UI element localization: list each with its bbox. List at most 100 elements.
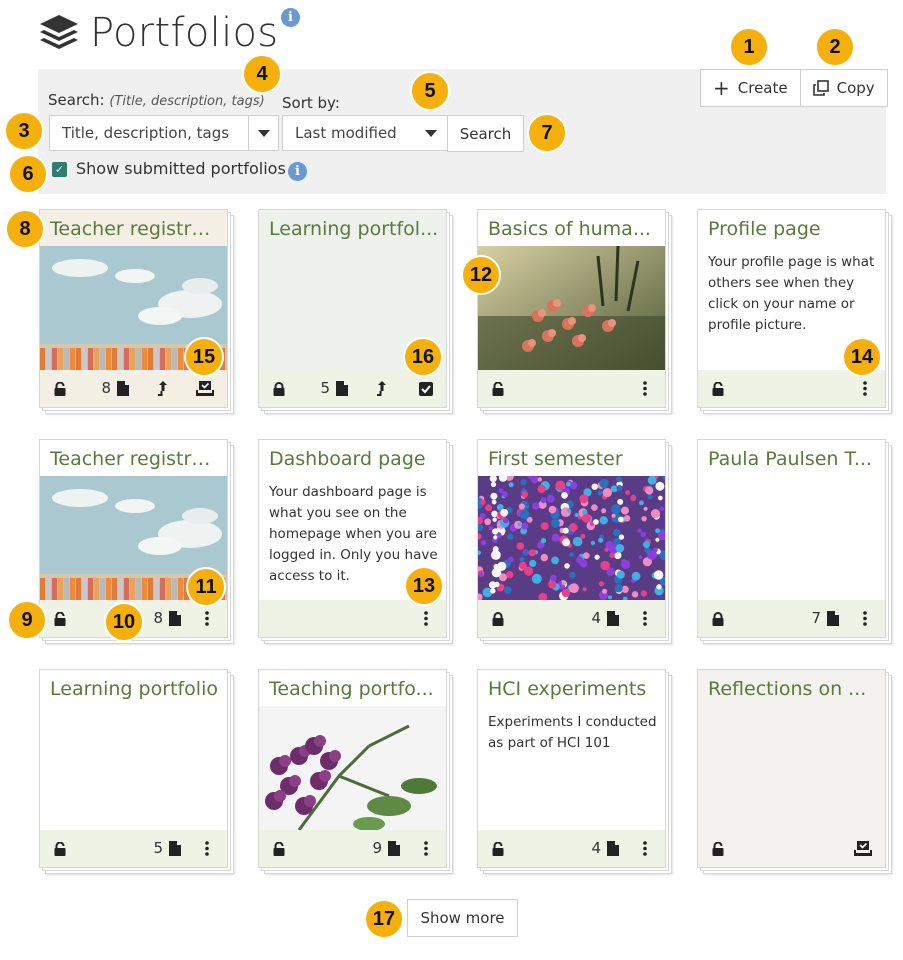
submitted-tray-icon[interactable]	[854, 841, 872, 860]
page-count: 7	[811, 609, 821, 627]
more-options-icon[interactable]	[863, 611, 867, 626]
portfolio-card[interactable]: Teacher registra... 8	[39, 209, 234, 414]
portfolio-card[interactable]: Learning portfol... 5	[258, 209, 453, 414]
unlock-icon[interactable]	[711, 381, 725, 396]
more-options-icon[interactable]	[424, 841, 428, 856]
card-title[interactable]: Profile page	[708, 218, 878, 240]
card-title[interactable]: Reflections on ...	[708, 678, 878, 700]
card-title[interactable]: Learning portfol...	[269, 218, 439, 240]
sort-select[interactable]: Last modified	[282, 115, 448, 151]
page-icon	[827, 611, 839, 626]
unlock-icon[interactable]	[711, 841, 725, 856]
unlock-icon[interactable]	[491, 841, 505, 856]
submitted-tray-icon[interactable]	[196, 381, 214, 400]
page-icon	[169, 841, 181, 856]
sort-value: Last modified	[295, 124, 397, 142]
info-icon[interactable]: i	[288, 162, 307, 181]
card-face[interactable]: Teacher registra... 8	[39, 209, 228, 408]
unlock-icon[interactable]	[272, 841, 286, 856]
card-title[interactable]: First semester	[488, 448, 658, 470]
checkbox-icon[interactable]	[419, 381, 433, 400]
card-face[interactable]: First semester 4	[477, 439, 666, 638]
card-title[interactable]: HCI experiments	[488, 678, 658, 700]
page-count: 8	[101, 379, 111, 397]
page-count: 5	[153, 839, 163, 857]
copy-button[interactable]: Copy	[800, 69, 888, 107]
more-options-icon[interactable]	[863, 381, 867, 396]
portfolio-card[interactable]: Dashboard page Your dashboard page is wha…	[258, 439, 453, 644]
page-count: 8	[153, 609, 163, 627]
callout-badge: 15	[184, 337, 224, 377]
callout-badge: 13	[404, 566, 444, 606]
card-title[interactable]: Learning portfolio	[50, 678, 220, 700]
card-title[interactable]: Dashboard page	[269, 448, 439, 470]
page-header: Portfolios	[38, 8, 278, 58]
page-icon	[336, 381, 348, 396]
page-icon	[117, 381, 129, 396]
more-options-icon[interactable]	[205, 611, 209, 626]
search-scope-select[interactable]: Title, description, tags	[49, 115, 279, 151]
portfolio-card[interactable]: Learning portfolio 5	[39, 669, 234, 874]
unlock-icon[interactable]	[53, 841, 67, 856]
card-face[interactable]: Dashboard page Your dashboard page is wha…	[258, 439, 447, 638]
card-face[interactable]: Profile page Your profile page is what ot…	[697, 209, 886, 408]
card-title[interactable]: Basics of huma...	[488, 218, 658, 240]
submit-arrow-icon[interactable]	[157, 380, 169, 400]
callout-badge: 3	[4, 111, 44, 151]
search-scope-value: Title, description, tags	[62, 124, 230, 142]
lock-icon[interactable]	[272, 381, 286, 396]
card-face[interactable]: Reflections on ...	[697, 669, 886, 868]
info-icon[interactable]: i	[281, 8, 300, 27]
more-options-icon[interactable]	[643, 841, 647, 856]
card-face[interactable]: Teaching portfo... 9	[258, 669, 447, 868]
plus-icon: +	[713, 76, 730, 100]
card-face[interactable]: HCI experiments Experiments I conducted a…	[477, 669, 666, 868]
portfolio-card[interactable]: Paula Paulsen T... 7	[697, 439, 892, 644]
portfolio-card[interactable]: Basics of huma...	[477, 209, 672, 414]
page-count: 4	[591, 609, 601, 627]
submit-arrow-icon[interactable]	[376, 380, 388, 400]
callout-badge: 4	[242, 54, 282, 94]
callout-badge: 5	[410, 71, 450, 111]
portfolio-card[interactable]: HCI experiments Experiments I conducted a…	[477, 669, 672, 874]
card-footer: 4	[478, 830, 665, 867]
portfolio-card[interactable]: Reflections on ...	[697, 669, 892, 874]
more-options-icon[interactable]	[424, 611, 428, 626]
card-footer	[259, 600, 446, 637]
callout-badge: 8	[5, 209, 45, 249]
unlock-icon[interactable]	[53, 381, 67, 396]
portfolio-stack-icon	[40, 15, 78, 49]
portfolio-card[interactable]: Profile page Your profile page is what ot…	[697, 209, 892, 414]
show-submitted-checkbox[interactable]: ✓	[52, 162, 67, 177]
card-face[interactable]: Learning portfolio 5	[39, 669, 228, 868]
callout-badge: 12	[461, 255, 501, 295]
card-face[interactable]: Paula Paulsen T... 7	[697, 439, 886, 638]
show-submitted-label: Show submitted portfolios	[76, 159, 286, 178]
lock-icon[interactable]	[491, 611, 505, 626]
more-options-icon[interactable]	[643, 611, 647, 626]
lock-icon[interactable]	[711, 611, 725, 626]
more-options-icon[interactable]	[205, 841, 209, 856]
callout-badge: 7	[527, 113, 567, 153]
chevron-down-icon[interactable]	[248, 116, 278, 150]
card-face[interactable]: Basics of huma...	[477, 209, 666, 408]
card-description: Your profile page is what others see whe…	[708, 254, 875, 333]
portfolio-card[interactable]: Teaching portfo... 9	[258, 669, 453, 874]
create-label: Create	[737, 79, 788, 97]
callout-badge: 11	[186, 567, 226, 607]
card-face[interactable]: Learning portfol... 5	[258, 209, 447, 408]
show-more-button[interactable]: Show more	[407, 899, 518, 937]
card-title[interactable]: Teacher registra...	[50, 448, 220, 470]
chevron-down-icon	[425, 130, 437, 137]
more-options-icon[interactable]	[643, 381, 647, 396]
page-icon	[388, 841, 400, 856]
search-button[interactable]: Search	[447, 115, 524, 152]
card-title[interactable]: Paula Paulsen T...	[708, 448, 878, 470]
portfolio-card[interactable]: First semester 4	[477, 439, 672, 644]
unlock-icon[interactable]	[491, 381, 505, 396]
card-title[interactable]: Teacher registra...	[50, 218, 220, 240]
card-title[interactable]: Teaching portfo...	[269, 678, 439, 700]
create-button[interactable]: + Create	[700, 69, 801, 107]
unlock-icon[interactable]	[53, 611, 67, 626]
page-icon	[607, 611, 619, 626]
